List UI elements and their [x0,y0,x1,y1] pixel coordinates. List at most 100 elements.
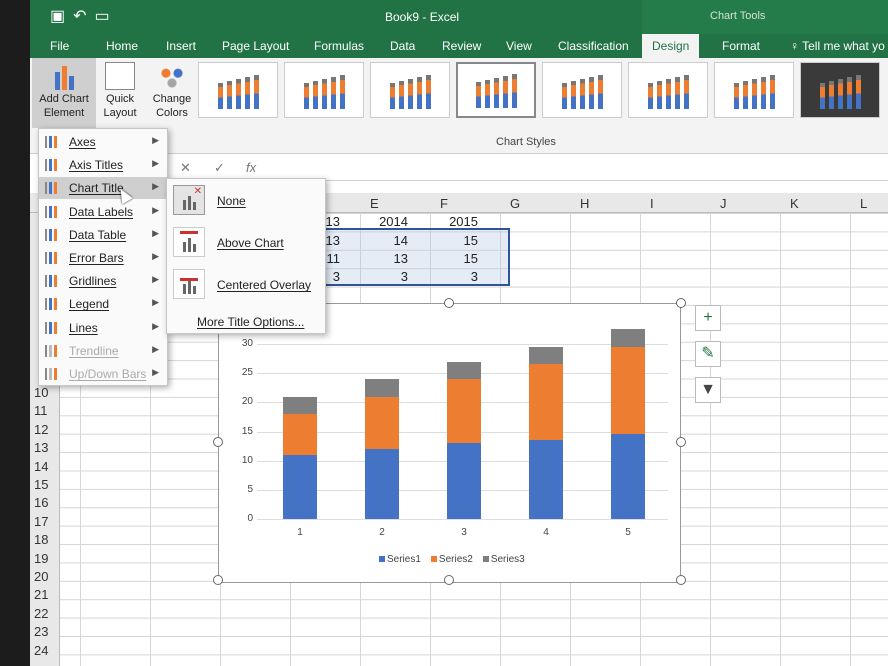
chart-style-8[interactable] [800,62,880,118]
legend-entry[interactable]: Series3 [482,554,525,565]
chart-title-none-option[interactable]: ✕ None [167,181,325,221]
bar-segment[interactable] [529,440,563,519]
bar-segment[interactable] [365,449,399,519]
tab-view[interactable]: View [506,39,532,53]
chart-title-above-option[interactable]: Above Chart [167,223,325,263]
enter-icon[interactable]: ✓ [214,160,225,176]
menu-item-axis-titles[interactable]: Axis Titles ▶ [39,154,167,176]
resize-handle[interactable] [213,437,223,447]
bar-segment[interactable] [611,346,645,435]
cell[interactable]: 14 [368,233,408,248]
tab-format[interactable]: Format [722,39,760,53]
bar-segment[interactable] [283,414,317,455]
bar-segment[interactable] [365,379,399,397]
row-header[interactable]: 24 [34,643,48,658]
legend-entry[interactable]: Series1 [379,554,421,565]
undo-icon[interactable]: ↶ [73,8,94,25]
tab-insert[interactable]: Insert [166,39,196,53]
tab-review[interactable]: Review [442,39,481,53]
chart-filters-button[interactable]: ▼ [695,377,721,403]
row-header[interactable]: 12 [34,422,48,437]
resize-handle[interactable] [676,575,686,585]
tab-file[interactable]: File [50,39,69,53]
cell[interactable]: 2014 [368,214,408,229]
chart-style-4[interactable] [456,62,536,118]
tab-page-layout[interactable]: Page Layout [222,39,289,53]
cell[interactable]: 15 [438,251,478,266]
bar-segment[interactable] [611,434,645,519]
cell[interactable]: 2015 [438,214,478,229]
row-header[interactable]: 14 [34,459,48,474]
bar-segment[interactable] [529,346,563,365]
chart-style-7[interactable] [714,62,794,118]
menu-item-error-bars[interactable]: Error Bars ▶ [39,247,167,269]
row-header[interactable]: 16 [34,495,48,510]
row-header[interactable]: 17 [34,514,48,529]
cell[interactable]: 15 [438,233,478,248]
resize-handle[interactable] [444,298,454,308]
column-header-f[interactable]: F [440,196,448,211]
tab-formulas[interactable]: Formulas [314,39,364,53]
tab-home[interactable]: Home [106,39,138,53]
change-colors-button[interactable]: Change Colors [148,58,196,120]
column-header-h[interactable]: H [580,196,589,211]
tab-classification[interactable]: Classification [558,39,629,53]
resize-handle[interactable] [676,298,686,308]
bar-segment[interactable] [447,443,481,519]
chart-style-5[interactable] [542,62,622,118]
resize-handle[interactable] [676,437,686,447]
row-header[interactable]: 11 [34,403,48,418]
column-header-l[interactable]: L [860,196,867,211]
chart-style-6[interactable] [628,62,708,118]
bar-segment[interactable] [447,361,481,379]
quick-layout-button[interactable]: Quick Layout [96,58,144,120]
tab-design[interactable]: Design [642,34,700,58]
row-header[interactable]: 19 [34,551,48,566]
column-header-i[interactable]: I [650,196,654,211]
chart-style-2[interactable] [284,62,364,118]
menu-item-axes[interactable]: Axes ▶ [39,131,167,153]
row-header[interactable]: 20 [34,569,48,584]
save-icon[interactable]: ▣ [50,8,73,25]
menu-item-data-labels[interactable]: Data Labels ▶ [39,201,167,223]
cell[interactable]: 3 [368,269,408,284]
bar-segment[interactable] [365,396,399,449]
row-header[interactable]: 15 [34,477,48,492]
bar-segment[interactable] [529,364,563,441]
chart-styles-button[interactable]: ✎ [695,341,721,367]
row-header[interactable]: 13 [34,440,48,455]
cancel-icon[interactable]: ✕ [180,160,191,176]
row-header[interactable]: 21 [34,587,48,602]
row-header[interactable]: 18 [34,532,48,547]
more-title-options[interactable]: More Title Options... [197,315,304,329]
menu-item-chart-title[interactable]: Chart Title ▶ [39,177,167,200]
chart-style-3[interactable] [370,62,450,118]
column-header-k[interactable]: K [790,196,799,211]
legend-entry[interactable]: Series2 [430,554,473,565]
add-chart-element-button[interactable]: Add Chart Element [32,58,96,128]
menu-item-lines[interactable]: Lines ▶ [39,317,167,339]
bar-segment[interactable] [611,329,645,347]
menu-item-data-table[interactable]: Data Table ▶ [39,224,167,246]
menu-item-legend[interactable]: Legend ▶ [39,293,167,315]
chart-elements-button[interactable]: + [695,305,721,331]
resize-handle[interactable] [444,575,454,585]
function-icon[interactable]: fx [246,160,256,175]
resize-handle[interactable] [213,575,223,585]
chart-title-overlay-option[interactable]: Centered Overlay [167,265,325,305]
chart-area[interactable]: Series1 Series2 Series3 0 5 10 15 20 25 30 1 2 3 4 5 [218,303,681,583]
bar-segment[interactable] [447,379,481,444]
tell-me-box[interactable]: ♀ Tell me what yo [790,39,885,53]
menu-item-gridlines[interactable]: Gridlines ▶ [39,270,167,292]
column-header-j[interactable]: J [720,196,727,211]
column-header-e[interactable]: E [370,196,379,211]
row-header[interactable]: 10 [34,385,48,400]
chart-legend[interactable]: Series1 Series2 Series3 [379,554,525,565]
new-doc-icon[interactable]: ▭ [95,8,118,25]
bar-segment[interactable] [283,396,317,414]
row-header[interactable]: 23 [34,624,48,639]
row-header[interactable]: 22 [34,606,48,621]
bar-segment[interactable] [283,454,317,519]
column-header-g[interactable]: G [510,196,520,211]
tab-data[interactable]: Data [390,39,415,53]
